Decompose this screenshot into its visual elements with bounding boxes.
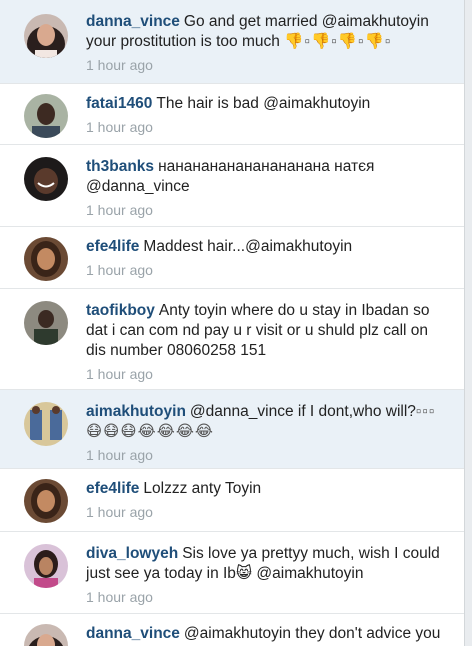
comments-feed: danna_vince Go and get married @aimakhuto… (0, 0, 465, 646)
username-link[interactable]: fatai1460 (86, 95, 152, 112)
comment-timestamp: 1 hour ago (86, 447, 153, 463)
comment-text: The hair is bad @aimakhutoyin (156, 95, 371, 112)
username-link[interactable]: taofikboy (86, 302, 155, 319)
comment-item: aimakhutoyin @danna_vince if I dont,who w… (0, 390, 464, 469)
comment-item: efe4life Lolzzz anty Toyin 1 hour ago (0, 469, 464, 532)
comment-timestamp: 1 hour ago (86, 202, 153, 218)
comment-item: fatai1460 The hair is bad @aimakhutoyin 1… (0, 84, 464, 145)
comment-item: efe4life Maddest hair...@aimakhutoyin 1 h… (0, 227, 464, 289)
comment-item: th3banks нананананананананана натєя @dann… (0, 145, 464, 227)
avatar[interactable] (24, 94, 68, 138)
comment-text: Lolzzz anty Toyin (143, 480, 262, 497)
username-link[interactable]: danna_vince (86, 625, 180, 642)
username-link[interactable]: danna_vince (86, 13, 180, 30)
comment-timestamp: 1 hour ago (86, 366, 153, 382)
avatar[interactable] (24, 237, 68, 281)
comment-mention[interactable]: @aimakhutoyin (256, 565, 363, 582)
avatar[interactable] (24, 624, 68, 646)
comment-timestamp: 1 hour ago (86, 262, 153, 278)
username-link[interactable]: th3banks (86, 158, 154, 175)
username-link[interactable]: efe4life (86, 480, 139, 497)
comment-timestamp: 1 hour ago (86, 57, 153, 73)
username-link[interactable]: diva_lowyeh (86, 545, 178, 562)
avatar[interactable] (24, 544, 68, 588)
comment-text: Maddest hair...@aimakhutoyin (143, 238, 353, 255)
avatar[interactable] (24, 14, 68, 58)
comment-text: @aimakhutoyin they don't advice you (183, 625, 441, 642)
comment-timestamp: 1 hour ago (86, 589, 153, 605)
username-link[interactable]: efe4life (86, 238, 139, 255)
comment-item: danna_vince Go and get married @aimakhuto… (0, 0, 464, 84)
comment-timestamp: 1 hour ago (86, 504, 153, 520)
comment-timestamp: 1 hour ago (86, 119, 153, 135)
comment-emoji: 😸 (235, 565, 253, 582)
comment-emoji: 👎▫👎▫👎▫👎▫ (284, 33, 392, 50)
avatar[interactable] (24, 402, 68, 446)
username-link[interactable]: aimakhutoyin (86, 403, 186, 420)
comment-item: diva_lowyeh Sis love ya prettyy much, wis… (0, 532, 464, 614)
avatar[interactable] (24, 157, 68, 201)
avatar[interactable] (24, 479, 68, 523)
comment-item: taofikboy Anty toyin where do u stay in I… (0, 289, 464, 390)
avatar[interactable] (24, 301, 68, 345)
comment-text: @danna_vince if I dont,who will? (189, 403, 416, 420)
comment-item: danna_vince @aimakhutoyin they don't advi… (0, 614, 464, 646)
